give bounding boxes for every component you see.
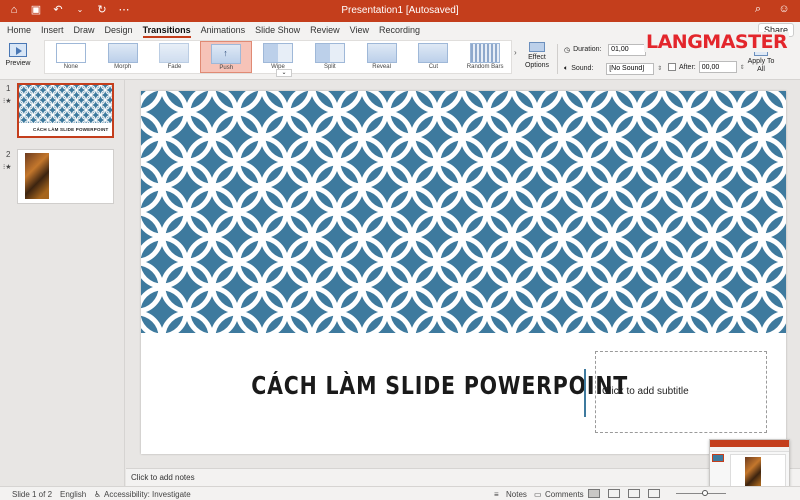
window-preview-titlebar [710, 440, 789, 447]
split-transition-icon [314, 43, 345, 63]
tab-draw[interactable]: Draw [74, 25, 95, 35]
comments-icon: ▭ [534, 490, 542, 499]
sound-select[interactable] [606, 62, 655, 75]
after-label: After: [679, 63, 696, 71]
slide-thumbnail-photo [25, 153, 49, 199]
duration-label: Duration: [573, 46, 602, 53]
sound-label: Sound: [571, 65, 594, 72]
after-checkbox[interactable] [668, 63, 676, 71]
fade-transition-icon [159, 43, 190, 63]
watermark-logo: LANGMASTER [644, 31, 790, 53]
tab-recording[interactable]: Recording [379, 25, 420, 35]
search-icon[interactable]: ⌕ [752, 3, 764, 15]
slide-thumbnail-title: CÁCH LÀM SLIDE POWERPOINT [33, 127, 109, 132]
zoom-slider-handle[interactable] [702, 490, 708, 496]
tab-insert[interactable]: Insert [41, 25, 64, 35]
transition-none[interactable]: None [45, 41, 97, 73]
transition-split[interactable]: Split [304, 41, 356, 73]
tab-review[interactable]: Review [310, 25, 340, 35]
smile-icon[interactable]: ☺ [778, 3, 790, 15]
none-transition-icon [55, 43, 86, 63]
slides-pane: 1 ⁝★ CÁCH LÀM SLIDE POWERPOINT 2 ⁝★ [0, 80, 125, 488]
title-bar: ⌂ ▣ ↶ ⌄ ↻ ⋯ Presentation1 [Autosaved] ⌕ … [0, 0, 800, 22]
after-input[interactable] [698, 61, 737, 73]
wipe-transition-icon [263, 43, 294, 63]
slide-number: 1 [6, 84, 11, 93]
slide-title[interactable]: CÁCH LÀM SLIDE POWERPOINT [251, 371, 627, 400]
zoom-slider[interactable] [676, 493, 726, 494]
preview-icon [9, 43, 27, 57]
gallery-expand-button[interactable]: ⌄ [276, 69, 292, 77]
tab-home[interactable]: Home [7, 25, 31, 35]
preview-label: Preview [5, 60, 31, 67]
window-preview-ribbon [710, 447, 789, 452]
effect-options-icon [529, 42, 545, 52]
comments-toggle[interactable]: Comments [545, 490, 584, 499]
slide-number: 2 [6, 150, 11, 159]
transition-star-icon: ⁝★ [3, 164, 12, 171]
push-transition-icon [211, 44, 242, 64]
window-preview-thumbnail [712, 454, 724, 462]
slide-editor: CÁCH LÀM SLIDE POWERPOINT Click to add s… [126, 80, 800, 468]
slide-thumbnail-1[interactable]: CÁCH LÀM SLIDE POWERPOINT [17, 83, 114, 138]
apply-to-all-label: Apply To All [747, 58, 775, 73]
slide-counter: Slide 1 of 2 [12, 490, 53, 499]
reveal-transition-icon [366, 43, 397, 63]
notes-pane[interactable]: Click to add notes [126, 468, 800, 486]
status-bar: Slide 1 of 2 English ♿︎ Accessibility: I… [0, 486, 800, 500]
reading-view-button[interactable] [628, 489, 640, 498]
transition-random-bars[interactable]: Random Bars [459, 41, 511, 73]
transition-cut[interactable]: Cut [407, 41, 459, 73]
preview-button[interactable]: Preview [4, 41, 32, 67]
duration-input[interactable] [608, 43, 647, 56]
after-stepper[interactable]: ⇕ [740, 64, 745, 71]
current-slide[interactable]: CÁCH LÀM SLIDE POWERPOINT Click to add s… [141, 91, 786, 454]
morph-transition-icon [107, 43, 138, 63]
slide-thumbnail-2[interactable] [17, 149, 114, 204]
ribbon-divider [557, 44, 558, 74]
notes-toggle[interactable]: Notes [506, 490, 527, 499]
slide-sorter-view-button[interactable] [608, 489, 620, 498]
transition-fade[interactable]: Fade [149, 41, 201, 73]
cut-transition-icon [418, 43, 449, 63]
random-bars-transition-icon [470, 43, 501, 63]
notes-placeholder: Click to add notes [131, 473, 195, 482]
effect-options-button[interactable]: Effect Options [522, 42, 552, 70]
tab-design[interactable]: Design [105, 25, 133, 35]
title-accent-bar [584, 369, 586, 417]
tab-animations[interactable]: Animations [201, 25, 246, 35]
subtitle-placeholder-text: Click to add subtitle [602, 386, 689, 397]
accessibility-status[interactable]: Accessibility: Investigate [104, 490, 191, 499]
tab-view[interactable]: View [350, 25, 369, 35]
after-group: After: ⇕ [668, 61, 745, 73]
sound-dropdown-icon[interactable]: ⇕ [657, 65, 662, 72]
duration-icon: ◷ [564, 46, 571, 54]
tab-transitions[interactable]: Transitions [142, 25, 191, 38]
subtitle-placeholder[interactable]: Click to add subtitle [595, 351, 767, 433]
sound-icon: 🔈︎ [564, 64, 569, 72]
language-indicator[interactable]: English [60, 490, 86, 499]
transition-morph[interactable]: Morph [97, 41, 149, 73]
accessibility-icon: ♿︎ [94, 490, 102, 499]
slide-thumbnail-pattern [19, 85, 112, 123]
gallery-scroll-right-icon[interactable]: › [514, 48, 517, 57]
transition-push[interactable]: Push [200, 41, 253, 73]
notes-icon: ≡ [494, 490, 499, 499]
window-title: Presentation1 [Autosaved] [341, 5, 459, 16]
normal-view-button[interactable] [588, 489, 600, 498]
effect-options-label: Effect Options [524, 54, 550, 69]
transition-star-icon: ⁝★ [3, 98, 12, 105]
tab-slide-show[interactable]: Slide Show [255, 25, 300, 35]
slide-background-pattern [141, 91, 786, 333]
slide-show-button[interactable] [648, 489, 660, 498]
transition-reveal[interactable]: Reveal [356, 41, 408, 73]
